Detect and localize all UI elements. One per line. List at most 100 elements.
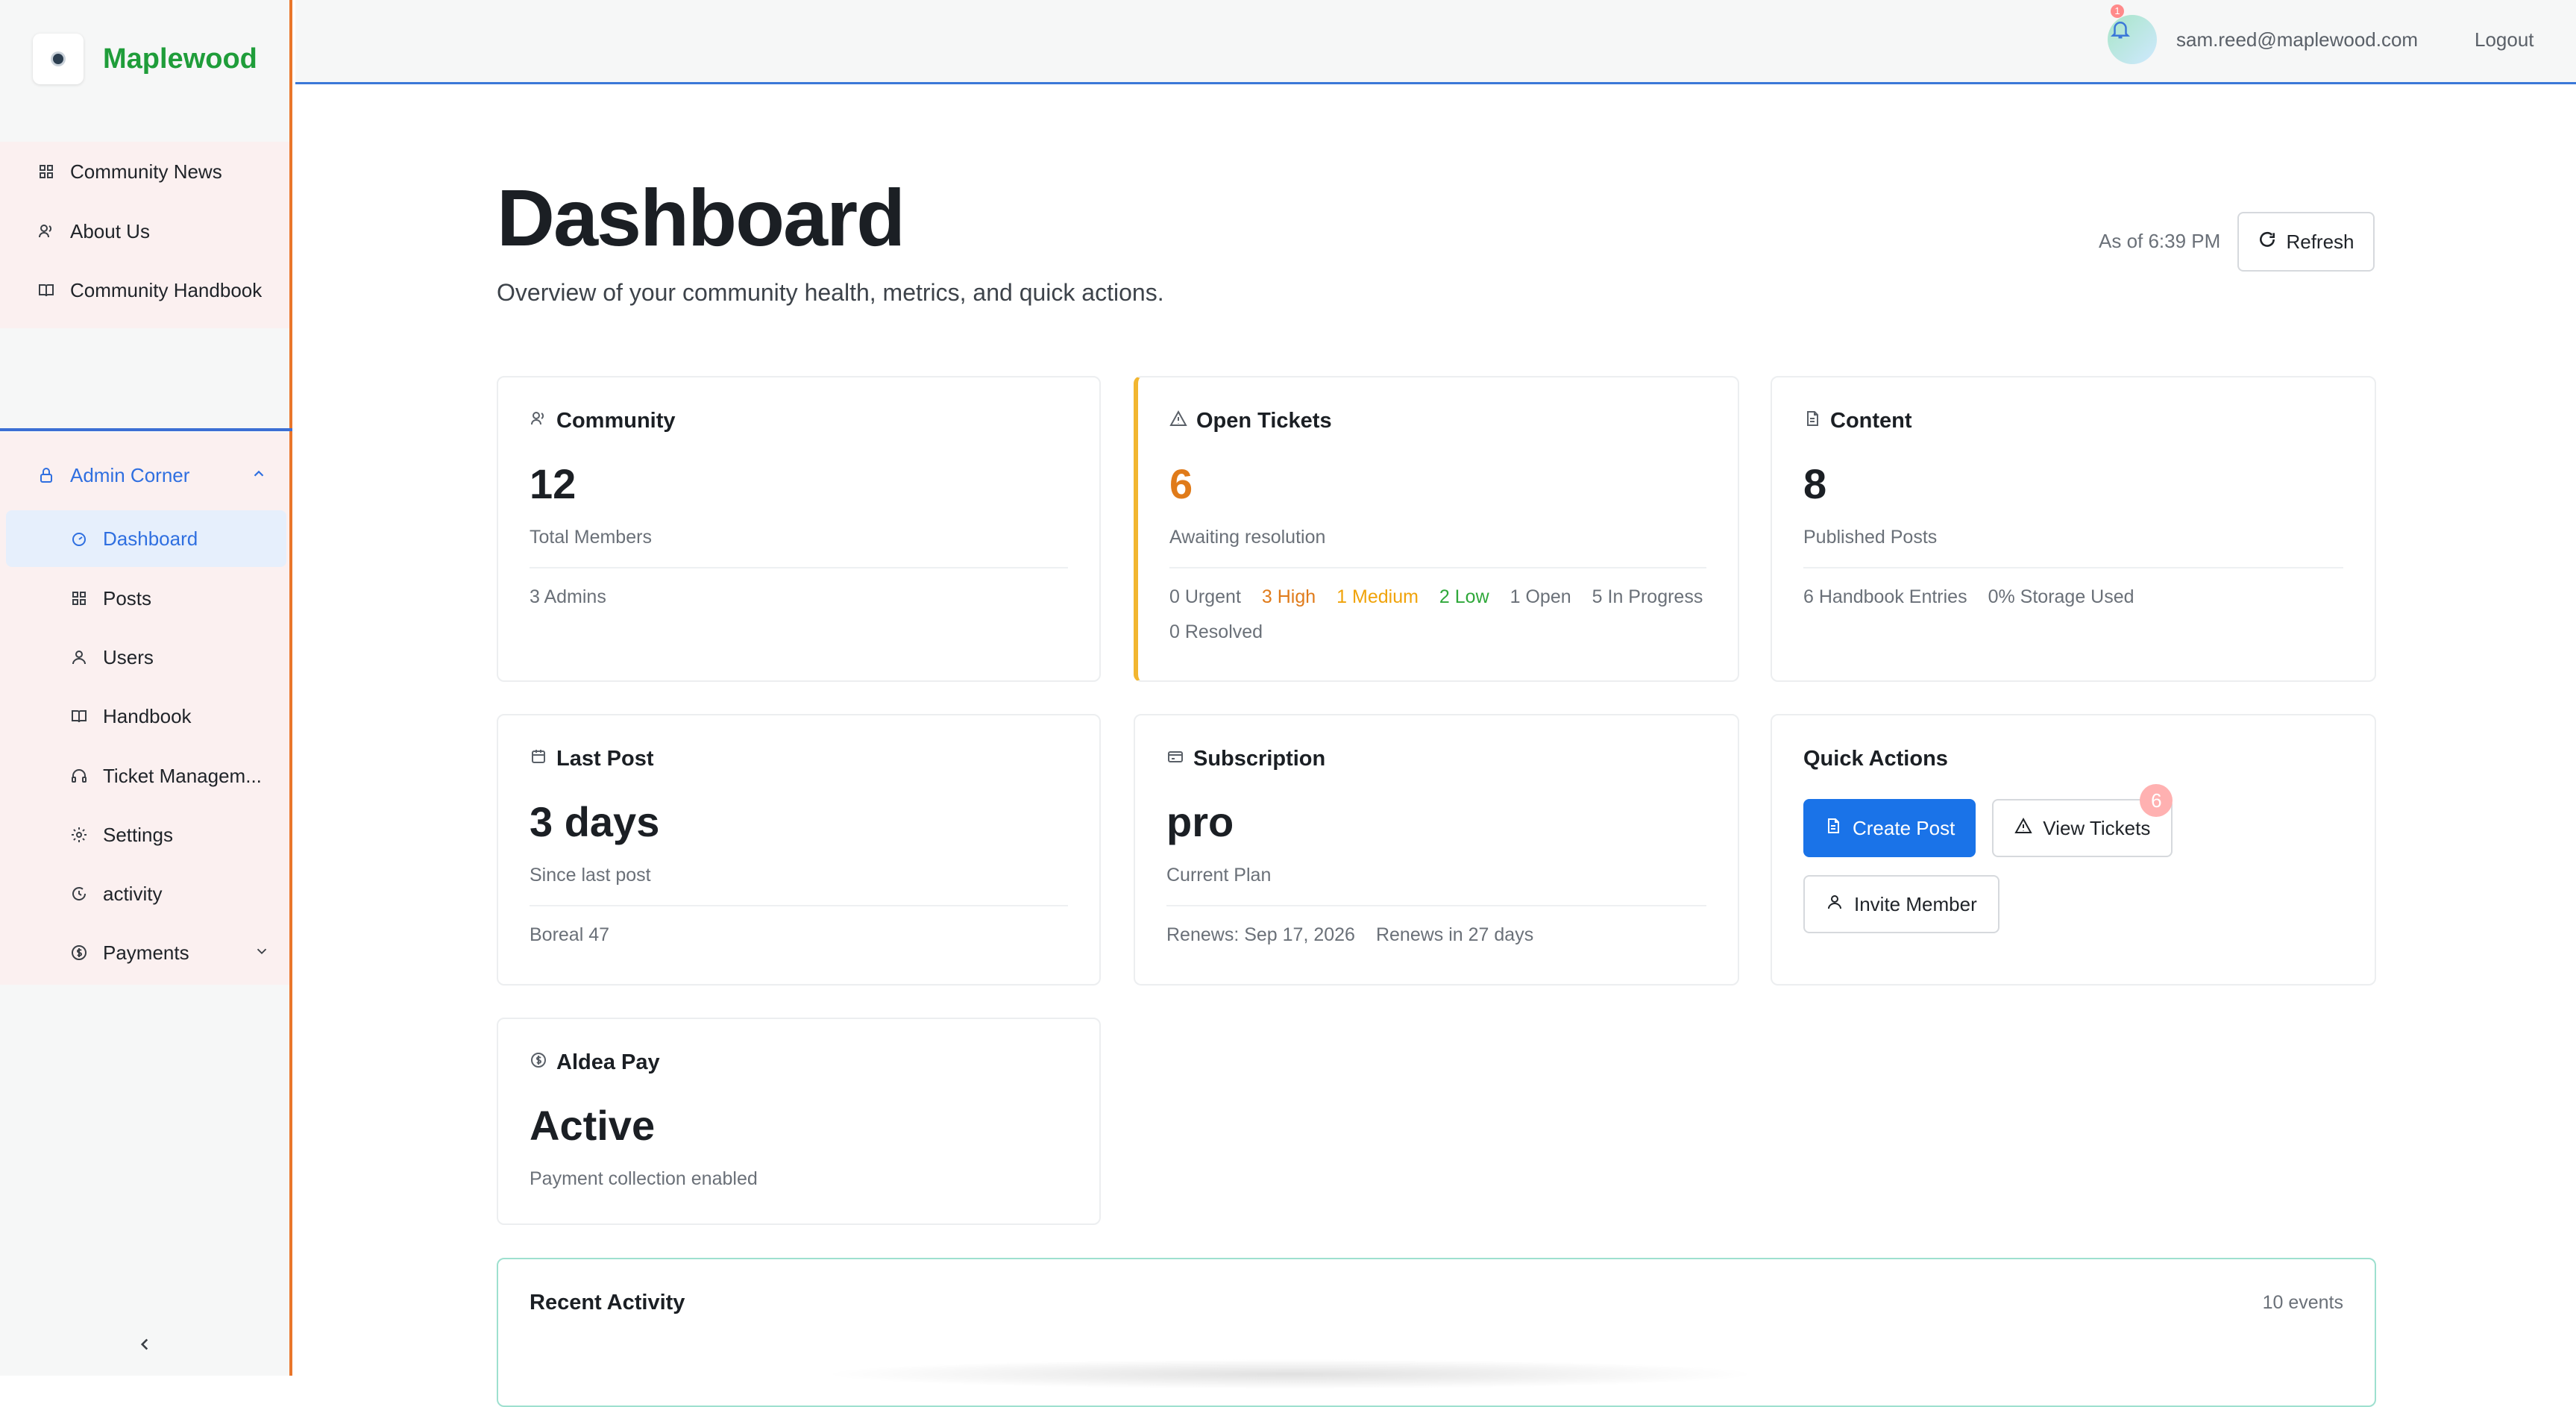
renewal-countdown: Renews in 27 days [1375,924,1534,945]
open-count: 1 Open [1510,586,1571,607]
brand-logo [33,34,84,84]
open-tickets-card: Open Tickets 6 Awaiting resolution 0 Urg… [1134,376,1739,682]
grid-icon [36,161,57,182]
card-title: Subscription [1166,747,1325,771]
quick-actions: Create Post View Tickets 6 Invite Member [1803,784,2340,933]
sidebar-item-label: About Us [70,219,150,242]
user-icon [1826,893,1844,916]
refresh-label: Refresh [2286,230,2354,253]
sidebar-item-activity[interactable]: activity [69,873,162,915]
sidebar: Maplewood Community News About Us Commun… [0,0,292,1376]
plan-label: Current Plan [1166,865,1272,886]
people-icon [530,409,547,433]
sidebar-item-label: Dashboard [103,527,198,550]
sidebar-item-label: Community News [70,160,222,183]
view-tickets-button[interactable]: View Tickets 6 [1992,784,2173,857]
divider [530,905,1068,906]
chevron-left-icon [135,1335,154,1358]
user-email: sam.reed@maplewood.com [2176,28,2419,51]
sidebar-item-dashboard[interactable]: Dashboard [69,518,198,560]
sidebar-item-settings[interactable]: Settings [69,814,173,856]
card-footer: Boreal 47 [530,924,609,946]
aldea-status: Active [530,1102,656,1149]
posts-label: Published Posts [1803,527,1938,548]
brand[interactable]: Maplewood [33,33,257,85]
community-card: Community 12 Total Members 3 Admins [497,376,1101,682]
warning-icon [2014,817,2032,840]
admin-corner-label: Admin Corner [70,463,190,486]
headset-icon [69,765,89,786]
high-count: 3 High [1261,586,1316,607]
sidebar-collapse-button[interactable] [0,1316,289,1376]
gear-icon [69,824,89,845]
card-title: Community [530,409,676,433]
events-count: 10 events [2262,1292,2343,1313]
sidebar-item-label: Ticket Managem... [103,764,262,787]
medium-count: 1 Medium [1336,586,1419,607]
in-progress-count: 5 In Progress [1592,586,1703,607]
divider [530,567,1068,568]
aldea-pay-card: Aldea Pay Active Payment collection enab… [497,1018,1101,1225]
last-post-age: 3 days [530,798,660,845]
divider [1169,567,1706,568]
sidebar-item-users[interactable]: Users [69,636,154,678]
dollar-icon [530,1050,547,1075]
refresh-button[interactable]: Refresh [2237,212,2375,272]
ticket-breakdown: 0 Urgent 3 High 1 Medium 2 Low 1 Open 5 … [1169,586,1706,643]
sidebar-item-label: activity [103,882,163,905]
sidebar-item-label: Users [103,645,154,668]
sidebar-item-community-handbook[interactable]: Community Handbook [36,269,262,311]
quick-actions-card: Quick Actions Create Post View Tickets 6… [1771,714,2376,985]
urgent-count: 0 Urgent [1169,586,1241,607]
divider [1166,905,1706,906]
posts-count: 8 [1803,460,1827,507]
divider [0,428,292,431]
sidebar-item-payments[interactable]: Payments [69,932,270,974]
handbook-entries: 6 Handbook Entries [1803,586,1967,607]
card-title: Quick Actions [1803,747,1948,771]
chevron-down-icon [254,941,270,965]
low-count: 2 Low [1439,586,1489,607]
book-icon [36,280,57,301]
calendar-icon [530,747,547,771]
last-post-card: Last Post 3 days Since last post Boreal … [497,714,1101,985]
sidebar-item-community-news[interactable]: Community News [36,151,222,192]
sidebar-item-handbook[interactable]: Handbook [69,695,192,737]
aldea-label: Payment collection enabled [530,1168,758,1189]
invite-member-button[interactable]: Invite Member [1803,875,1999,933]
warning-icon [1169,409,1187,433]
last-post-title: Boreal 47 [530,924,610,945]
gauge-icon [69,528,89,549]
admin-corner-toggle[interactable]: Admin Corner [36,457,267,494]
document-icon [1803,409,1821,433]
subscription-card: Subscription pro Current Plan Renews: Se… [1134,714,1739,985]
sidebar-item-ticket-management[interactable]: Ticket Managem... [69,755,262,797]
renewal-date: Renews: Sep 17, 2026 [1166,924,1355,945]
create-post-button[interactable]: Create Post [1803,799,1976,857]
bell-icon[interactable] [2109,18,2132,44]
card-title: Open Tickets [1169,409,1332,433]
sidebar-item-about-us[interactable]: About Us [36,210,150,252]
admins-count: 3 Admins [530,586,606,607]
sidebar-item-label: Handbook [103,704,192,727]
card-title: Last Post [530,747,654,771]
members-count: 12 [530,460,577,507]
tickets-label: Awaiting resolution [1169,527,1326,548]
credit-card-icon [1166,747,1184,771]
members-label: Total Members [530,527,652,548]
user-icon [69,647,89,668]
sidebar-item-posts[interactable]: Posts [69,577,151,619]
history-icon [69,883,89,904]
card-title: Aldea Pay [530,1050,660,1075]
tickets-count: 6 [1169,460,1193,507]
card-title: Content [1803,409,1912,433]
brand-name: Maplewood [103,43,257,75]
last-post-label: Since last post [530,865,651,886]
sidebar-item-label: Posts [103,586,152,610]
last-updated: As of 6:39 PM [2099,230,2221,252]
book-icon [69,706,89,727]
divider [1803,567,2343,568]
sidebar-item-label: Payments [103,941,189,964]
refresh-icon [2258,230,2277,254]
logout-link[interactable]: Logout [2475,28,2534,51]
